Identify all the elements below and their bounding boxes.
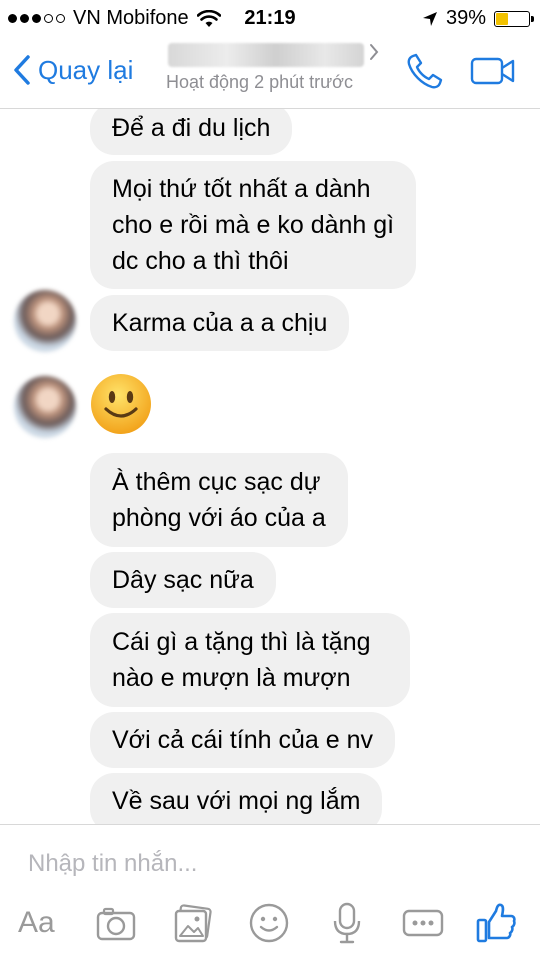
camera-icon[interactable]: [96, 901, 136, 945]
message-composer: Aa: [0, 824, 540, 961]
message-text-line: phòng với áo của a: [112, 504, 326, 532]
message-text-line: Cái gì a tặng thì là tặng: [112, 628, 371, 656]
location-arrow-icon: [422, 11, 437, 26]
status-bar: VN Mobifone 21:19 39%: [0, 0, 540, 36]
message-bubble[interactable]: Để a đi du lịch: [90, 109, 293, 155]
conversation-header: Quay lại Hoạt động 2 phút trước: [0, 36, 540, 109]
video-camera-icon[interactable]: [470, 56, 516, 86]
message-bubble[interactable]: À thêm cục sạc dự phòng với áo của a: [90, 453, 348, 547]
chevron-left-icon: [14, 55, 30, 85]
message-thread[interactable]: Để a đi du lịch Mọi thứ tốt nhất a dành …: [0, 109, 540, 824]
smiling-face-emoji[interactable]: [90, 373, 152, 435]
contact-name-blurred[interactable]: [168, 43, 364, 67]
avatar[interactable]: [14, 376, 76, 438]
message-text-line: nào e mượn là mượn: [112, 664, 351, 692]
message-text: Về sau với mọi ng lắm: [112, 787, 361, 815]
message-bubble[interactable]: Về sau với mọi ng lắm: [90, 773, 383, 824]
more-icon[interactable]: [402, 901, 444, 945]
message-text: Với cả cái tính của e nv: [112, 726, 373, 754]
message-text: Dây sạc nữa: [112, 566, 254, 594]
battery-percent: 39%: [445, 7, 486, 29]
message-text-line: À thêm cục sạc dự: [112, 468, 321, 496]
active-status: Hoạt động 2 phút trước: [166, 72, 353, 92]
microphone-icon[interactable]: [332, 901, 362, 945]
message-text: Karma của a a chịu: [112, 309, 328, 337]
phone-icon[interactable]: [404, 52, 444, 92]
emoji-icon[interactable]: [248, 901, 290, 945]
message-text-line: dc cho a thì thôi: [112, 247, 289, 275]
message-text-line: cho e rồi mà e ko dành gì: [112, 211, 395, 239]
battery-icon: [494, 10, 534, 27]
photo-gallery-icon[interactable]: [173, 901, 213, 945]
message-text-line: Mọi thứ tốt nhất a dành: [112, 175, 371, 203]
message-bubble[interactable]: Với cả cái tính của e nv: [90, 712, 395, 768]
message-bubble[interactable]: Cái gì a tặng thì là tặng nào e mượn là …: [90, 613, 410, 707]
avatar[interactable]: [14, 290, 76, 352]
message-bubble[interactable]: Mọi thứ tốt nhất a dành cho e rồi mà e k…: [90, 161, 417, 289]
aa-button[interactable]: Aa: [18, 901, 55, 945]
back-label: Quay lại: [38, 54, 134, 85]
message-bubble[interactable]: Dây sạc nữa: [90, 552, 276, 608]
thumbs-up-icon[interactable]: [476, 901, 516, 945]
message-bubble[interactable]: Karma của a a chịu: [90, 295, 350, 351]
back-button[interactable]: Quay lại: [12, 54, 133, 86]
message-text: Để a đi du lịch: [112, 114, 271, 142]
chevron-right-icon[interactable]: [368, 42, 380, 62]
message-input[interactable]: [26, 845, 490, 883]
